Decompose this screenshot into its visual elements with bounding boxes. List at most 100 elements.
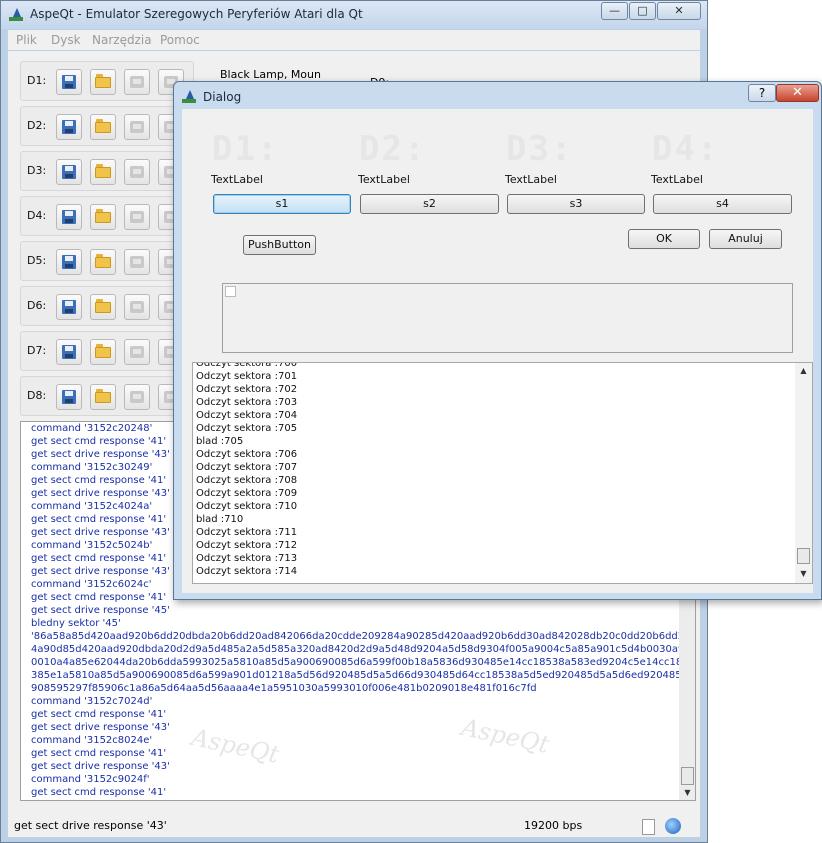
open-folder-button[interactable] xyxy=(90,249,116,275)
menu-pomoc[interactable]: Pomoc xyxy=(160,33,200,47)
eject-icon xyxy=(130,121,144,133)
drive-row-d8: D8: xyxy=(20,376,194,416)
sector-line: Odczyt sektora :713 xyxy=(196,553,298,564)
sector-line: Odczyt sektora :700 xyxy=(196,362,298,369)
s3-button[interactable]: s3 xyxy=(507,194,645,214)
floppy-icon xyxy=(62,390,76,404)
dialog-titlebar[interactable]: Dialog ? ✕ xyxy=(174,82,821,108)
text-label-3: TextLabel xyxy=(505,173,557,186)
s4-button[interactable]: s4 xyxy=(653,194,792,214)
scroll-up-arrow-icon[interactable]: ▲ xyxy=(795,363,812,378)
s1-button[interactable]: s1 xyxy=(213,194,351,214)
log-line: command '3152c8024e' xyxy=(31,735,153,746)
push-button[interactable]: PushButton xyxy=(243,235,316,255)
folder-icon xyxy=(95,164,111,178)
sector-line: Odczyt sektora :710 xyxy=(196,501,298,512)
sector-scrollbar[interactable]: ▲ ▼ xyxy=(795,363,812,583)
sector-line: Odczyt sektora :708 xyxy=(196,475,298,486)
dialog-window: Dialog ? ✕ D1: D2: D3: D4: TextLabel Tex… xyxy=(173,81,822,600)
help-button[interactable]: ? xyxy=(748,84,776,102)
eject-button[interactable] xyxy=(124,249,150,275)
sector-line: Odczyt sektora :702 xyxy=(196,384,298,395)
eject-icon xyxy=(130,346,144,358)
eject-button[interactable] xyxy=(124,339,150,365)
menu-narzedzia[interactable]: Narzędzia xyxy=(92,33,152,47)
scroll-down-arrow-icon[interactable]: ▼ xyxy=(679,785,695,800)
drive-big-label-d1: D1: xyxy=(212,129,280,169)
sector-line: Odczyt sektora :703 xyxy=(196,397,298,408)
open-folder-button[interactable] xyxy=(90,384,116,410)
drive-label: D8: xyxy=(27,389,47,402)
drive-row-d3: D3: xyxy=(20,151,194,191)
log-line: get sect drive response '43' xyxy=(31,761,170,772)
log-line: bledny sektor '45' xyxy=(31,618,121,629)
close-icon: ✕ xyxy=(674,4,684,17)
mount-disk-button[interactable] xyxy=(56,114,82,140)
maximize-button[interactable]: □ xyxy=(629,2,656,20)
open-folder-button[interactable] xyxy=(90,339,116,365)
text-label-1: TextLabel xyxy=(211,173,263,186)
menubar: Plik Dysk Narzędzia Pomoc xyxy=(8,30,700,50)
folder-icon xyxy=(95,299,111,313)
mount-disk-button[interactable] xyxy=(56,384,82,410)
minimize-button[interactable]: — xyxy=(601,2,628,20)
sector-line: Odczyt sektora :707 xyxy=(196,462,298,473)
eject-button[interactable] xyxy=(124,204,150,230)
log-line: 4a90d85d420aad920dbda20d2d9a5d485a2a5d58… xyxy=(31,644,696,655)
mount-disk-button[interactable] xyxy=(56,249,82,275)
floppy-icon xyxy=(62,75,76,89)
open-folder-button[interactable] xyxy=(90,159,116,185)
mount-disk-button[interactable] xyxy=(56,339,82,365)
open-folder-button[interactable] xyxy=(90,114,116,140)
mount-disk-button[interactable] xyxy=(56,159,82,185)
open-folder-button[interactable] xyxy=(90,204,116,230)
drive-big-label-d4: D4: xyxy=(652,129,720,169)
ok-button[interactable]: OK xyxy=(628,229,700,249)
floppy-icon xyxy=(62,255,76,269)
log-scroll-thumb[interactable] xyxy=(681,767,694,785)
statusbar: get sect drive response '43' 19200 bps xyxy=(8,814,700,837)
mount-disk-button[interactable] xyxy=(56,204,82,230)
scroll-down-arrow-icon[interactable]: ▼ xyxy=(795,566,812,581)
mount-disk-button[interactable] xyxy=(56,69,82,95)
drive-label: D7: xyxy=(27,344,47,357)
eject-button[interactable] xyxy=(124,294,150,320)
open-folder-button[interactable] xyxy=(90,69,116,95)
eject-button[interactable] xyxy=(124,69,150,95)
folder-icon xyxy=(95,254,111,268)
sector-line: Odczyt sektora :712 xyxy=(196,540,298,551)
eject-button[interactable] xyxy=(124,114,150,140)
s2-button[interactable]: s2 xyxy=(360,194,499,214)
close-icon: ✕ xyxy=(792,85,803,100)
folder-icon xyxy=(95,119,111,133)
log-line: command '3152c7024d' xyxy=(31,696,153,707)
sector-scroll-thumb[interactable] xyxy=(797,548,810,564)
main-close-button[interactable]: ✕ xyxy=(657,2,701,20)
log-line: get sect cmd response '41' xyxy=(31,709,167,720)
aspeqt-app-icon xyxy=(9,8,23,22)
cancel-button[interactable]: Anuluj xyxy=(709,229,782,249)
drive-label: D4: xyxy=(27,209,47,222)
eject-button[interactable] xyxy=(124,384,150,410)
folder-icon xyxy=(95,209,111,223)
eject-icon xyxy=(130,211,144,223)
menu-dysk[interactable]: Dysk xyxy=(51,33,81,47)
floppy-icon xyxy=(62,210,76,224)
drive-row-d7: D7: xyxy=(20,331,194,371)
dialog-title: Dialog xyxy=(203,90,242,104)
aspeqt-app-icon xyxy=(182,90,196,104)
sector-log-list[interactable]: Odczyt sektora :700 Odczyt sektora :701 … xyxy=(192,362,813,584)
dialog-close-button[interactable]: ✕ xyxy=(776,84,819,102)
serial-speed: 19200 bps xyxy=(524,819,583,832)
log-file-icon[interactable] xyxy=(642,819,655,835)
main-titlebar[interactable]: AspeQt - Emulator Szeregowych Peryferiów… xyxy=(1,1,707,29)
menu-plik[interactable]: Plik xyxy=(16,33,37,47)
globe-icon[interactable] xyxy=(665,818,681,834)
window-title: AspeQt - Emulator Szeregowych Peryferiów… xyxy=(30,7,363,21)
floppy-icon xyxy=(62,120,76,134)
eject-button[interactable] xyxy=(124,159,150,185)
drive-row-d4: D4: xyxy=(20,196,194,236)
frame-checkbox[interactable] xyxy=(225,286,236,297)
open-folder-button[interactable] xyxy=(90,294,116,320)
mount-disk-button[interactable] xyxy=(56,294,82,320)
